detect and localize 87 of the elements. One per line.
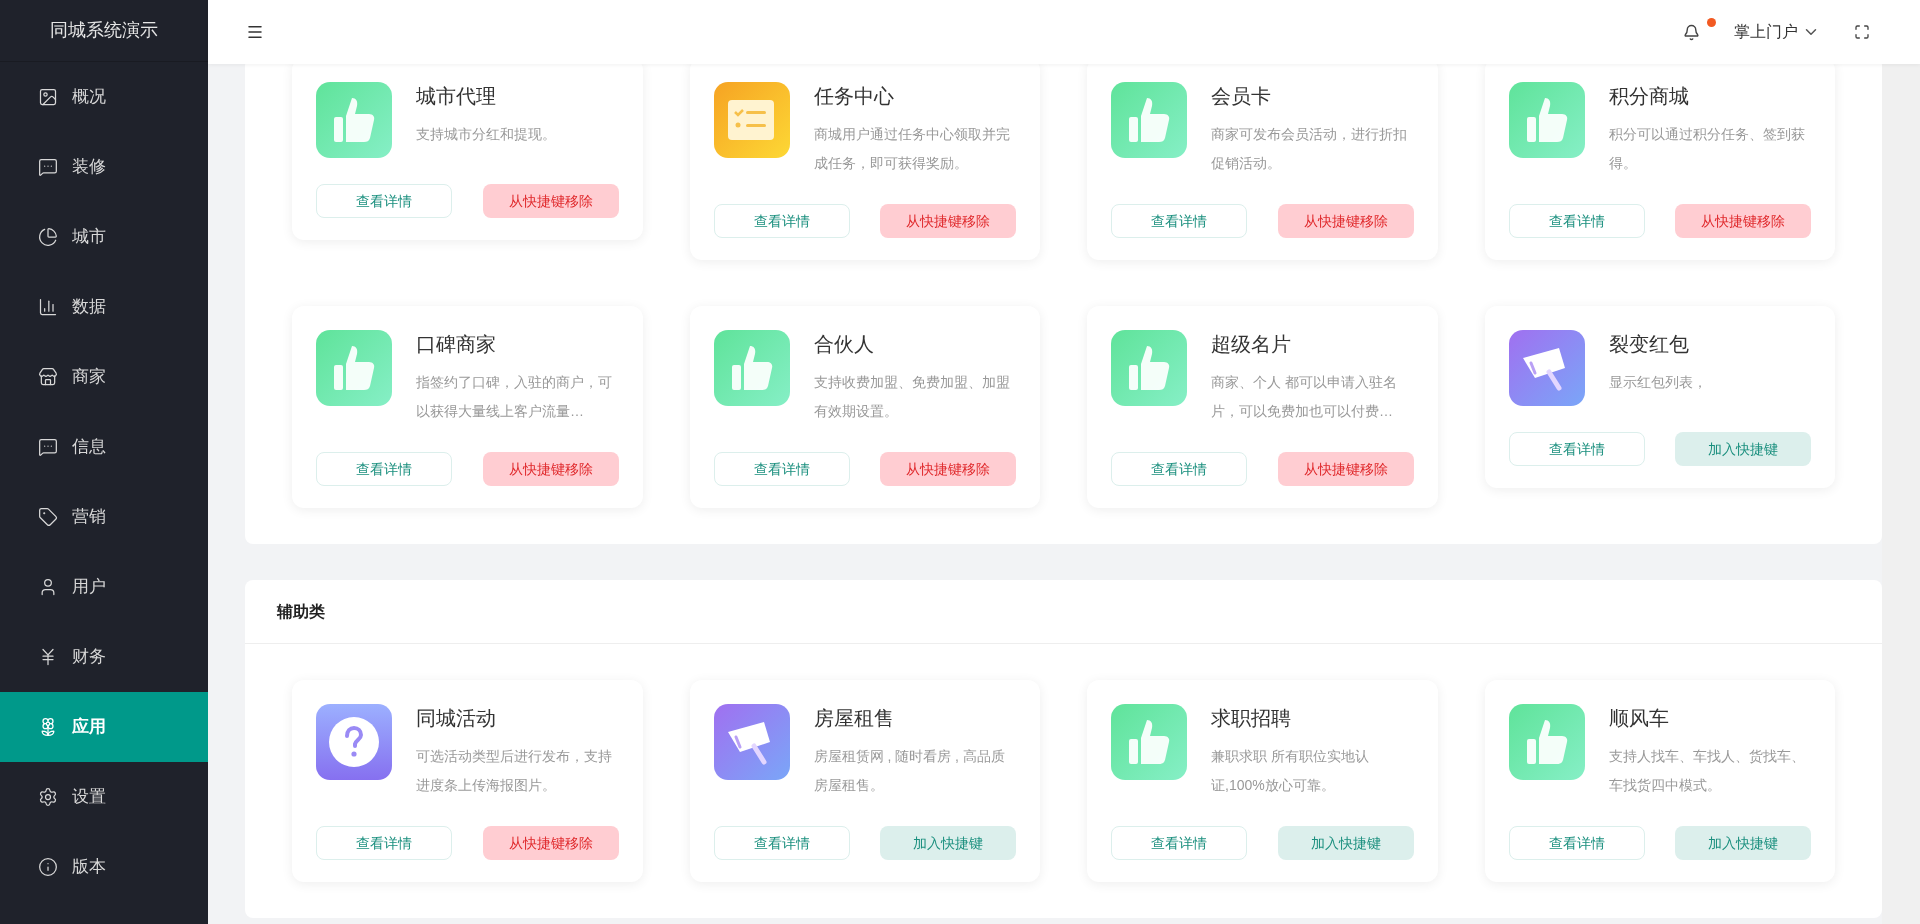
card-title: 城市代理 xyxy=(416,84,497,109)
sidebar-item[interactable]: 设置 xyxy=(0,762,208,832)
thumbs-up-icon xyxy=(1111,704,1187,780)
bar-chart-icon xyxy=(38,297,58,317)
card-title: 超级名片 xyxy=(1211,332,1292,357)
sidebar-item[interactable]: 装修 xyxy=(0,132,208,202)
card-description: 商城用户通过任务中心领取并完成任务，即可获得奖励。 xyxy=(813,125,1011,173)
sidebar-item[interactable]: 城市 xyxy=(0,202,208,272)
card-description: 商家可发布会员活动，进行折扣促销活动。 xyxy=(1211,125,1408,173)
thumbs-up-icon xyxy=(1111,330,1187,406)
remove-shortcut-button[interactable]: 从快捷键移除 xyxy=(1675,204,1811,238)
sidebar-item[interactable]: 概况 xyxy=(0,62,208,132)
card-description: 兼职求职 所有职位实地认证,100%放心可靠。 xyxy=(1211,747,1370,795)
view-details-button[interactable]: 查看详情 xyxy=(713,826,850,860)
add-shortcut-button[interactable]: 加入快捷键 xyxy=(1675,432,1811,466)
question-icon xyxy=(316,704,392,780)
picture-frame-icon xyxy=(38,87,58,107)
add-shortcut-button[interactable]: 加入快捷键 xyxy=(1277,826,1414,860)
tag-icon xyxy=(38,507,58,527)
card-description: 支持城市分红和提现。 xyxy=(416,125,556,144)
card-title: 积分商城 xyxy=(1608,84,1690,109)
sidebar-item[interactable]: 商家 xyxy=(0,342,208,412)
card-description: 积分可以通过积分任务、签到获得。 xyxy=(1608,125,1806,173)
card-description: 显示红包列表， xyxy=(1608,373,1707,392)
settings-icon xyxy=(38,787,58,807)
section-title: 辅助类 xyxy=(277,601,325,622)
view-details-button[interactable]: 查看详情 xyxy=(1111,826,1247,860)
sidebar-item[interactable]: 营销 xyxy=(0,482,208,552)
card-description: 房屋租赁网 , 随时看房 , 高品质房屋租售。 xyxy=(813,747,1006,795)
store-icon xyxy=(38,367,58,387)
view-details-button[interactable]: 查看详情 xyxy=(713,452,850,486)
checklist-icon xyxy=(713,82,790,158)
view-details-button[interactable]: 查看详情 xyxy=(713,204,850,238)
card-title: 合伙人 xyxy=(813,332,875,357)
portal-dropdown[interactable]: 掌上门户 xyxy=(1734,20,1820,44)
card-title: 裂变红包 xyxy=(1608,332,1690,357)
sidebar-item[interactable]: 版本 xyxy=(0,832,208,902)
megaphone-icon xyxy=(1508,330,1585,406)
view-details-button[interactable]: 查看详情 xyxy=(1508,432,1645,466)
sidebar-item[interactable]: 财务 xyxy=(0,622,208,692)
thumbs-up-icon xyxy=(316,330,392,406)
card-title: 房屋租售 xyxy=(813,706,895,731)
bell-icon[interactable] xyxy=(1683,23,1700,41)
card-description: 指签约了口碑，入驻的商户，可以获得大量线上客户流量… xyxy=(416,373,613,421)
card-title: 会员卡 xyxy=(1211,84,1272,109)
card-description: 支持收费加盟、免费加盟、加盟有效期设置。 xyxy=(813,373,1011,421)
thumbs-up-icon xyxy=(1508,82,1585,158)
app-title: 同城系统演示 xyxy=(50,19,158,42)
remove-shortcut-button[interactable]: 从快捷键移除 xyxy=(1277,204,1414,238)
view-details-button[interactable]: 查看详情 xyxy=(1111,452,1247,486)
view-details-button[interactable]: 查看详情 xyxy=(1508,826,1645,860)
card-description: 商家、个人 都可以申请入驻名片，可以免费加也可以付费… xyxy=(1211,373,1398,421)
remove-shortcut-button[interactable]: 从快捷键移除 xyxy=(482,826,619,860)
card-description: 可选活动类型后进行发布，支持进度条上传海报图片。 xyxy=(416,747,613,795)
megaphone-icon xyxy=(713,704,790,780)
card-description: 支持人找车、车找人、货找车、车找货四中模式。 xyxy=(1608,747,1806,795)
fullscreen-icon[interactable] xyxy=(1854,24,1870,40)
remove-shortcut-button[interactable]: 从快捷键移除 xyxy=(880,452,1016,486)
thumbs-up-icon xyxy=(1111,82,1187,158)
thumbs-up-icon xyxy=(1508,704,1585,780)
view-details-button[interactable]: 查看详情 xyxy=(1508,204,1645,238)
card-title: 口碑商家 xyxy=(416,332,497,357)
sidebar-item[interactable]: 应用 xyxy=(0,692,208,762)
remove-shortcut-button[interactable]: 从快捷键移除 xyxy=(482,452,619,486)
menu-icon[interactable] xyxy=(246,23,264,41)
info-icon xyxy=(38,857,58,877)
card-title: 同城活动 xyxy=(416,706,497,731)
view-details-button[interactable]: 查看详情 xyxy=(1111,204,1247,238)
view-details-button[interactable]: 查看详情 xyxy=(316,452,452,486)
remove-shortcut-button[interactable]: 从快捷键移除 xyxy=(880,204,1016,238)
remove-shortcut-button[interactable]: 从快捷键移除 xyxy=(482,184,619,218)
view-details-button[interactable]: 查看详情 xyxy=(316,184,452,218)
pie-chart-icon xyxy=(38,227,58,247)
card-title: 求职招聘 xyxy=(1211,706,1292,731)
view-details-button[interactable]: 查看详情 xyxy=(316,826,452,860)
sidebar-item[interactable]: 用户 xyxy=(0,552,208,622)
add-shortcut-button[interactable]: 加入快捷键 xyxy=(1675,826,1811,860)
chat-bubble-icon xyxy=(38,157,58,177)
sidebar-item[interactable]: 信息 xyxy=(0,412,208,482)
add-shortcut-button[interactable]: 加入快捷键 xyxy=(880,826,1016,860)
sidebar-item[interactable]: 数据 xyxy=(0,272,208,342)
card-title: 顺风车 xyxy=(1608,706,1670,731)
thumbs-up-icon xyxy=(713,330,790,406)
remove-shortcut-button[interactable]: 从快捷键移除 xyxy=(1277,452,1414,486)
thumbs-up-icon xyxy=(316,82,392,158)
chat-bubble-icon xyxy=(38,437,58,457)
card-title: 任务中心 xyxy=(813,84,895,109)
